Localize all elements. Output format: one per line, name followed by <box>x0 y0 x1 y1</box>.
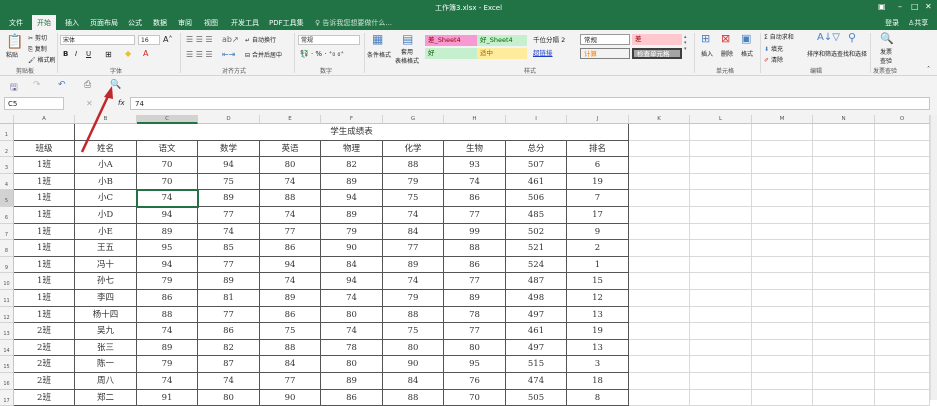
annotation-arrow <box>80 86 113 153</box>
arrow-head <box>104 86 113 99</box>
arrow-shaft <box>80 93 111 153</box>
